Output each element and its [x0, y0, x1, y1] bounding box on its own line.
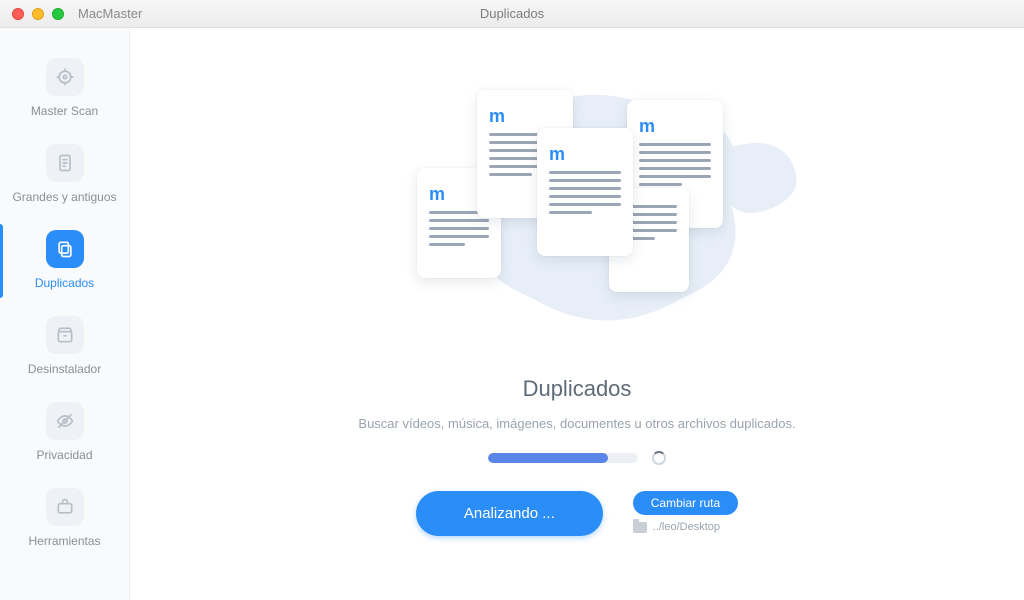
progress-bar: [488, 453, 638, 463]
box-icon: [46, 316, 84, 354]
app-name: MacMaster: [78, 6, 142, 21]
progress-fill: [488, 453, 608, 463]
copy-icon: [46, 230, 84, 268]
progress-area: [488, 451, 666, 465]
toolbox-icon: [46, 488, 84, 526]
analyze-button[interactable]: Analizando ...: [416, 491, 603, 536]
sidebar-item-duplicates[interactable]: Duplicados: [0, 218, 129, 304]
target-icon: [46, 58, 84, 96]
page-description: Buscar vídeos, música, imágenes, documen…: [358, 416, 795, 431]
sidebar-item-label: Privacidad: [36, 448, 92, 462]
sidebar-item-label: Grandes y antiguos: [12, 190, 116, 204]
page-heading: Duplicados: [523, 376, 632, 402]
main-panel: Duplicados Buscar vídeos, música, imágen…: [130, 28, 1024, 600]
path-text: ../leo/Desktop: [653, 521, 720, 533]
maximize-icon[interactable]: [52, 8, 64, 20]
minimize-icon[interactable]: [32, 8, 44, 20]
change-path-button[interactable]: Cambiar ruta: [633, 491, 738, 515]
sidebar-item-uninstaller[interactable]: Desinstalador: [0, 304, 129, 390]
sidebar-item-label: Duplicados: [35, 276, 94, 290]
title-bar: MacMaster Duplicados: [0, 0, 1024, 28]
window-controls: [12, 8, 64, 20]
sidebar-item-label: Master Scan: [31, 104, 98, 118]
window-title: Duplicados: [480, 6, 544, 21]
close-icon[interactable]: [12, 8, 24, 20]
folder-icon: [633, 522, 647, 533]
illustration: [337, 78, 817, 348]
sidebar-item-large-old[interactable]: Grandes y antiguos: [0, 132, 129, 218]
spinner-icon: [652, 451, 666, 465]
sidebar-item-privacy[interactable]: Privacidad: [0, 390, 129, 476]
eye-off-icon: [46, 402, 84, 440]
document-icon: [46, 144, 84, 182]
action-row: Analizando ... Cambiar ruta ../leo/Deskt…: [416, 491, 738, 536]
sidebar: Master Scan Grandes y antiguos Duplicado…: [0, 28, 130, 600]
document-graphic: [537, 128, 633, 256]
current-path: ../leo/Desktop: [633, 521, 738, 533]
sidebar-item-label: Herramientas: [28, 534, 100, 548]
sidebar-item-label: Desinstalador: [28, 362, 101, 376]
sidebar-item-tools[interactable]: Herramientas: [0, 476, 129, 562]
sidebar-item-master-scan[interactable]: Master Scan: [0, 46, 129, 132]
